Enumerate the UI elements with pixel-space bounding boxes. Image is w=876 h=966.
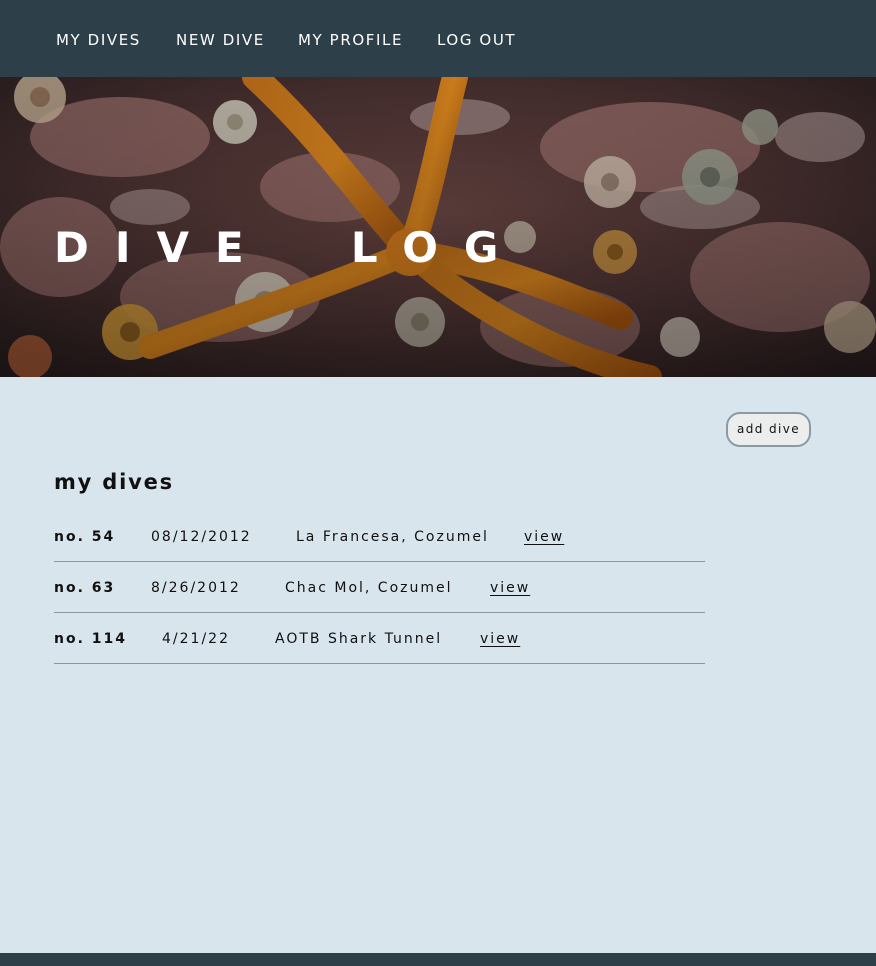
top-navbar: MY DIVES NEW DIVE MY PROFILE LOG OUT [0,0,876,77]
add-dive-button[interactable]: add dive [726,412,811,447]
dive-number: no. 114 [54,631,128,647]
dive-date: 08/12/2012 [151,529,252,545]
dive-number: no. 54 [54,529,116,545]
footer-bar [0,953,876,966]
view-dive-link[interactable]: view [524,528,564,546]
nav-my-profile[interactable]: MY PROFILE [298,30,403,50]
view-dive-link[interactable]: view [480,630,520,648]
dive-location: La Francesa, Cozumel [296,529,489,545]
dive-row: no. 114 4/21/22 AOTB Shark Tunnel view [54,613,705,664]
page-title: DIVE LOG [54,223,525,273]
dive-date: 4/21/22 [162,631,230,647]
nav-new-dive[interactable]: NEW DIVE [176,30,265,50]
dive-location: Chac Mol, Cozumel [285,580,453,596]
nav-log-out[interactable]: LOG OUT [437,30,516,50]
dive-date: 8/26/2012 [151,580,241,596]
dive-location: AOTB Shark Tunnel [275,631,443,647]
section-title: my dives [54,470,174,494]
dive-row: no. 63 8/26/2012 Chac Mol, Cozumel view [54,562,705,613]
hero-banner: DIVE LOG [0,77,876,377]
dive-number: no. 63 [54,580,116,596]
view-dive-link[interactable]: view [490,579,530,597]
dive-row: no. 54 08/12/2012 La Francesa, Cozumel v… [54,511,705,562]
nav-my-dives[interactable]: MY DIVES [56,30,141,50]
